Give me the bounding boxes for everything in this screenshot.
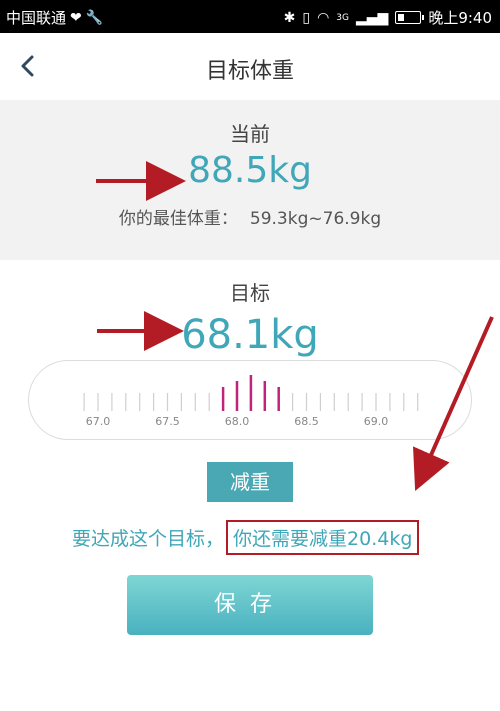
carrier-label: 中国联通 [6,9,67,27]
direction-tag: 减重 [207,462,293,502]
target-weight-value: 68.1kg [181,312,319,358]
best-weight-label: 你的最佳体重： [118,209,238,229]
hint-prefix: 要达成这个目标， [72,528,225,550]
vibrate-icon: ▯ [302,9,311,26]
signal-icon: ▂▄▆ [356,9,389,26]
current-weight-panel: 当前 88.5kg 你的最佳体重： 59.3kg~76.9kg [0,100,500,260]
network-type: 3G [336,12,349,23]
goal-hint: 要达成这个目标， 你还需要减重20.4kg [72,520,420,555]
status-bar: 中国联通 ❤ 🔧 ✱ ▯ ◠ 3G ▂▄▆ 晚上9:40 [0,0,500,33]
heart-icon: ❤ [70,9,82,26]
ruler-ticks: 67.0 67.5 68.0 68.5 69.0 [83,375,419,428]
current-weight-value: 88.5kg [188,150,312,191]
app-header: 目标体重 [0,33,500,100]
wrench-icon: 🔧 [85,9,104,26]
bluetooth-icon: ✱ [283,9,296,26]
hint-highlight: 你还需要减重20.4kg [226,520,420,555]
battery-icon [395,11,425,24]
target-label: 目标 [230,281,270,305]
current-label: 当前 [230,122,270,146]
weight-ruler-slider[interactable]: 67.0 67.5 68.0 68.5 69.0 [28,360,472,440]
best-weight-range: 59.3kg~76.9kg [249,209,382,229]
ruler-tick-label: 67.5 [155,415,180,428]
ruler-tick-label: 68.5 [294,415,319,428]
page-title: 目标体重 [205,59,294,84]
status-time: 晚上9:40 [428,9,492,27]
save-button[interactable]: 保存 [127,575,373,635]
ruler-tick-label: 69.0 [364,415,389,428]
best-weight-row: 你的最佳体重： 59.3kg~76.9kg [0,204,500,229]
wifi-icon: ◠ [317,9,330,26]
ruler-tick-label: 67.0 [86,415,111,428]
ruler-tick-label: 68.0 [225,415,250,428]
